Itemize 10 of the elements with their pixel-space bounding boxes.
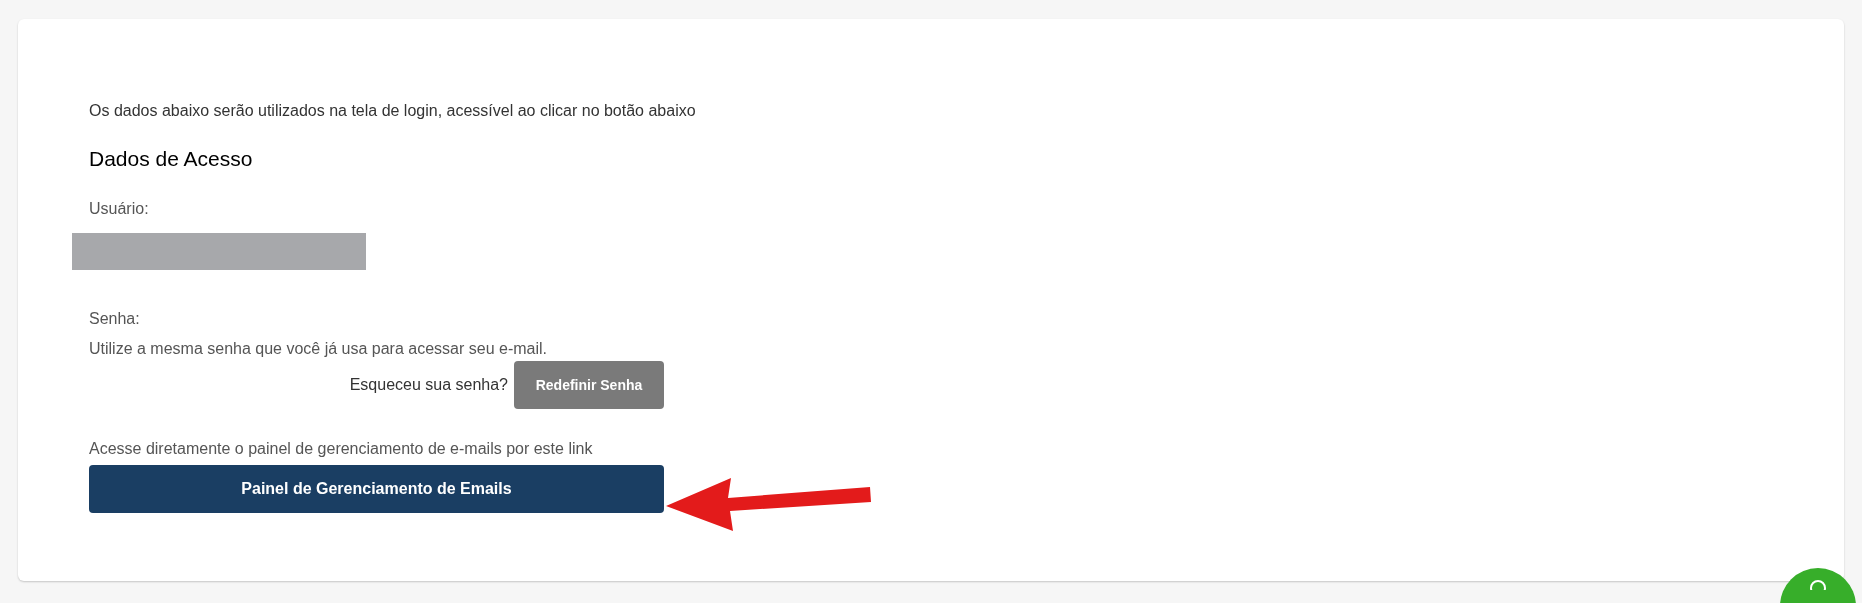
reset-password-button[interactable]: Redefinir Senha: [514, 361, 664, 409]
intro-text: Os dados abaixo serão utilizados na tela de login, acessível ao clicar no botão abaixo: [89, 101, 696, 121]
forgot-password-text: Esqueceu sua senha?: [349, 375, 508, 395]
email-panel-button[interactable]: Painel de Gerenciamento de Emails: [89, 465, 664, 513]
arrow-icon: [666, 478, 872, 532]
section-heading: Dados de Acesso: [89, 146, 253, 172]
field-label: Usuário:: [89, 199, 149, 219]
panel-text: Acesse diretamente o painel de gerenciamento de e-mails por este link: [89, 439, 593, 459]
field-label: Senha:: [89, 309, 140, 329]
hint-text: Utilize a mesma senha que você já usa para acessar seu e-mail.: [89, 339, 547, 359]
